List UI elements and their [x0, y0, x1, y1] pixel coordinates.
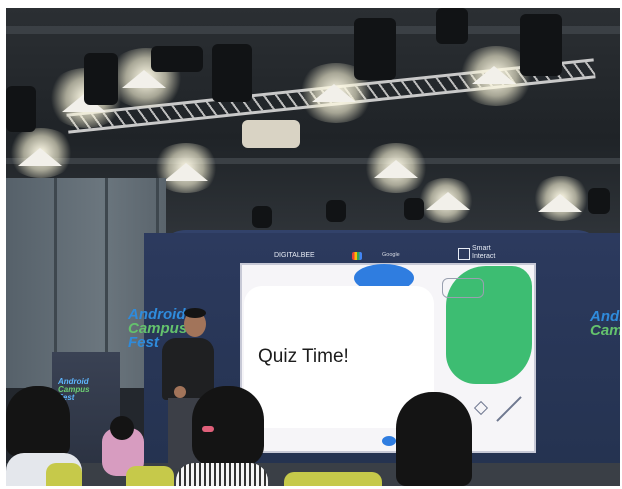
lamp-shade	[18, 148, 62, 166]
chair	[46, 463, 82, 486]
ceiling-beam	[6, 158, 620, 164]
lamp-shade	[426, 192, 470, 210]
projector	[242, 120, 300, 148]
stage-spotlight	[84, 53, 118, 105]
audience-shirt-center	[176, 463, 268, 486]
event-photo: DIGITALBEE Google Smart Interact Android…	[6, 8, 620, 486]
presenter-hand	[174, 386, 186, 398]
stage-spotlight	[520, 14, 562, 76]
code-brackets-icon	[442, 278, 484, 298]
audience-head	[110, 416, 134, 440]
brand-line3: Fest	[128, 334, 159, 351]
stage-spotlight	[252, 206, 272, 228]
stage-spotlight	[436, 8, 468, 44]
smart-interact-line2: Interact	[472, 253, 496, 260]
lamp-shade	[312, 84, 356, 102]
digitalbee-logo: DIGITALBEE	[274, 252, 315, 259]
presenter-hair	[184, 308, 206, 318]
quiz-title: Quiz Time!	[258, 346, 349, 367]
lamp-shade	[164, 163, 208, 181]
stage-spotlight	[212, 44, 252, 102]
google-icon	[352, 252, 362, 260]
projector	[151, 46, 203, 72]
hair-tie	[202, 426, 214, 432]
smart-interact-logo: Smart Interact	[472, 245, 495, 261]
brand-right-line2: Camp	[590, 322, 620, 339]
chair	[126, 466, 174, 486]
stage-spotlight	[354, 18, 396, 80]
screen-blue-shape-small	[382, 436, 396, 446]
chair	[284, 472, 382, 486]
lamp-shade	[472, 66, 516, 84]
stage-spotlight	[6, 86, 36, 132]
stage-spotlight	[404, 198, 424, 220]
android-campus-brand-right: Andr Camp	[590, 309, 620, 339]
stage-spotlight	[588, 188, 610, 214]
google-logo-text: Google	[382, 252, 400, 258]
lamp-shade	[122, 70, 166, 88]
stage-spotlight	[326, 200, 346, 222]
audience-head-left	[6, 386, 70, 456]
smart-interact-icon	[458, 248, 470, 260]
lamp-shade	[374, 160, 418, 178]
audience-head-right	[396, 392, 472, 486]
lamp-shade	[538, 194, 582, 212]
smart-interact-line1: Smart	[472, 245, 491, 252]
